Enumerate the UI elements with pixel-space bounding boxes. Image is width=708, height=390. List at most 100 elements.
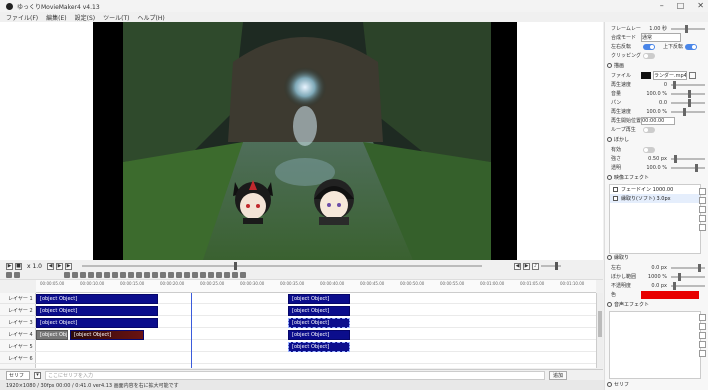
- cut-icon[interactable]: [64, 272, 70, 278]
- skip-icon[interactable]: ▶: [65, 262, 72, 270]
- video-preview[interactable]: [93, 22, 517, 260]
- track-header[interactable]: レイヤー 6: [0, 353, 36, 364]
- speaker-select[interactable]: セリフ: [6, 370, 30, 380]
- hide-icon[interactable]: [200, 272, 206, 278]
- down-arrow-icon[interactable]: [699, 350, 706, 357]
- section-effect-detail[interactable]: 縁取り: [607, 254, 629, 261]
- paste-icon[interactable]: [80, 272, 86, 278]
- section-blur[interactable]: ぼかし: [607, 136, 629, 143]
- settings-icon[interactable]: [160, 272, 166, 278]
- maximize-button[interactable]: □: [677, 1, 685, 10]
- add-serif-button[interactable]: 追加: [549, 370, 568, 380]
- search-icon[interactable]: [6, 272, 12, 278]
- timeline-clip[interactable]: [object Object]: [70, 330, 144, 340]
- menu-settings[interactable]: 設定(S): [75, 13, 96, 22]
- serif-input[interactable]: ここにセリフを入力: [45, 370, 545, 380]
- timeline-clip[interactable]: [object Object]: [288, 318, 350, 328]
- next-icon[interactable]: ▶: [523, 262, 530, 270]
- folder-open-icon[interactable]: [689, 72, 696, 79]
- track-header[interactable]: レイヤー 5: [0, 341, 36, 352]
- blur-strength-slider[interactable]: [671, 154, 705, 163]
- audio-icon[interactable]: [136, 272, 142, 278]
- down-arrow-icon[interactable]: [699, 224, 706, 231]
- lock-icon[interactable]: [192, 272, 198, 278]
- timeline-ruler[interactable]: 00:00:05.00 00:00:10.00 00:00:15.00 00:0…: [36, 280, 596, 293]
- video-icon[interactable]: [128, 272, 134, 278]
- flip-v-toggle[interactable]: [685, 43, 698, 50]
- timeline-clip[interactable]: [object Object]: [288, 330, 350, 340]
- prev-frame-icon[interactable]: ◀: [47, 262, 54, 270]
- layer-icon[interactable]: [232, 272, 238, 278]
- prev-icon[interactable]: ◀: [514, 262, 521, 270]
- prop-slider[interactable]: [671, 80, 705, 89]
- copy-icon[interactable]: [699, 197, 706, 204]
- menu-help[interactable]: ヘルプ(H): [137, 13, 164, 22]
- timeline-clip[interactable]: [object Object]: [288, 342, 350, 352]
- up-arrow-icon[interactable]: [699, 341, 706, 348]
- prop-slider[interactable]: [671, 281, 705, 290]
- track-header[interactable]: レイヤー 2: [0, 305, 36, 316]
- timeline-clip[interactable]: [object Object]: [288, 294, 350, 304]
- speed-slider[interactable]: [671, 107, 705, 116]
- play-icon[interactable]: ▶: [6, 262, 13, 270]
- prop-slider[interactable]: [671, 24, 705, 33]
- track-header[interactable]: レイヤー 3: [0, 317, 36, 328]
- delete-icon[interactable]: [88, 272, 94, 278]
- timeline-clip[interactable]: [object Object]: [36, 318, 158, 328]
- section-draw[interactable]: 描画: [607, 62, 624, 69]
- clipping-toggle[interactable]: [643, 52, 655, 59]
- timeline-clip[interactable]: [object Object]: [36, 330, 68, 340]
- zoom-icon[interactable]: [14, 272, 20, 278]
- copy-icon[interactable]: [699, 323, 706, 330]
- list-item[interactable]: 縁取り(ソフト) 3.0px: [610, 194, 700, 203]
- playhead[interactable]: [191, 293, 192, 368]
- flip-h-toggle[interactable]: [643, 43, 655, 50]
- shape-icon[interactable]: [144, 272, 150, 278]
- copy-icon[interactable]: [72, 272, 78, 278]
- redo-icon[interactable]: [176, 272, 182, 278]
- marker-icon[interactable]: [224, 272, 230, 278]
- image-icon[interactable]: [120, 272, 126, 278]
- add-icon[interactable]: [699, 188, 706, 195]
- volume-bar[interactable]: [541, 262, 561, 270]
- export-icon[interactable]: [240, 272, 246, 278]
- section-serif[interactable]: セリフ: [607, 381, 629, 388]
- start-position-input[interactable]: 00:00.00: [641, 116, 675, 125]
- delete-icon[interactable]: [699, 206, 706, 213]
- group-icon[interactable]: [104, 272, 110, 278]
- delete-icon[interactable]: [699, 332, 706, 339]
- align-icon[interactable]: [184, 272, 190, 278]
- undo-icon[interactable]: [168, 272, 174, 278]
- blur-toggle[interactable]: [643, 146, 655, 153]
- section-audio-effects[interactable]: 音声エフェクト: [607, 301, 649, 308]
- timeline-tracks[interactable]: [object Object] [object Object] [object …: [36, 293, 596, 368]
- menu-edit[interactable]: 編集(E): [46, 13, 66, 22]
- file-select[interactable]: ランダー.mp4: [653, 71, 687, 80]
- add-icon[interactable]: [699, 314, 706, 321]
- timeline-scrollbar[interactable]: [596, 293, 603, 368]
- checkbox[interactable]: [613, 196, 618, 201]
- menu-file[interactable]: ファイル(F): [6, 13, 38, 22]
- track-header[interactable]: レイヤー 4: [0, 329, 36, 340]
- section-video-effects[interactable]: 映像エフェクト: [607, 174, 649, 181]
- color-swatch[interactable]: [641, 290, 699, 299]
- split-icon[interactable]: [96, 272, 102, 278]
- mute-icon[interactable]: [208, 272, 214, 278]
- next-frame-icon[interactable]: ▶: [56, 262, 63, 270]
- prop-slider[interactable]: [671, 272, 705, 281]
- timeline-clip[interactable]: [object Object]: [36, 306, 158, 316]
- minimize-button[interactable]: –: [660, 1, 664, 10]
- blend-mode-select[interactable]: 通常: [641, 33, 681, 42]
- up-arrow-icon[interactable]: [699, 215, 706, 222]
- opacity-slider[interactable]: [671, 163, 705, 172]
- volume-slider[interactable]: [671, 89, 705, 98]
- menu-tools[interactable]: ツール(T): [103, 13, 129, 22]
- timeline-clip[interactable]: [object Object]: [36, 294, 158, 304]
- checkbox[interactable]: [613, 187, 618, 192]
- effect-icon[interactable]: [152, 272, 158, 278]
- seek-bar[interactable]: [82, 262, 482, 270]
- close-button[interactable]: ✕: [697, 1, 704, 10]
- text-icon[interactable]: [112, 272, 118, 278]
- loop-toggle[interactable]: [643, 126, 655, 133]
- stop-icon[interactable]: ■: [15, 262, 22, 270]
